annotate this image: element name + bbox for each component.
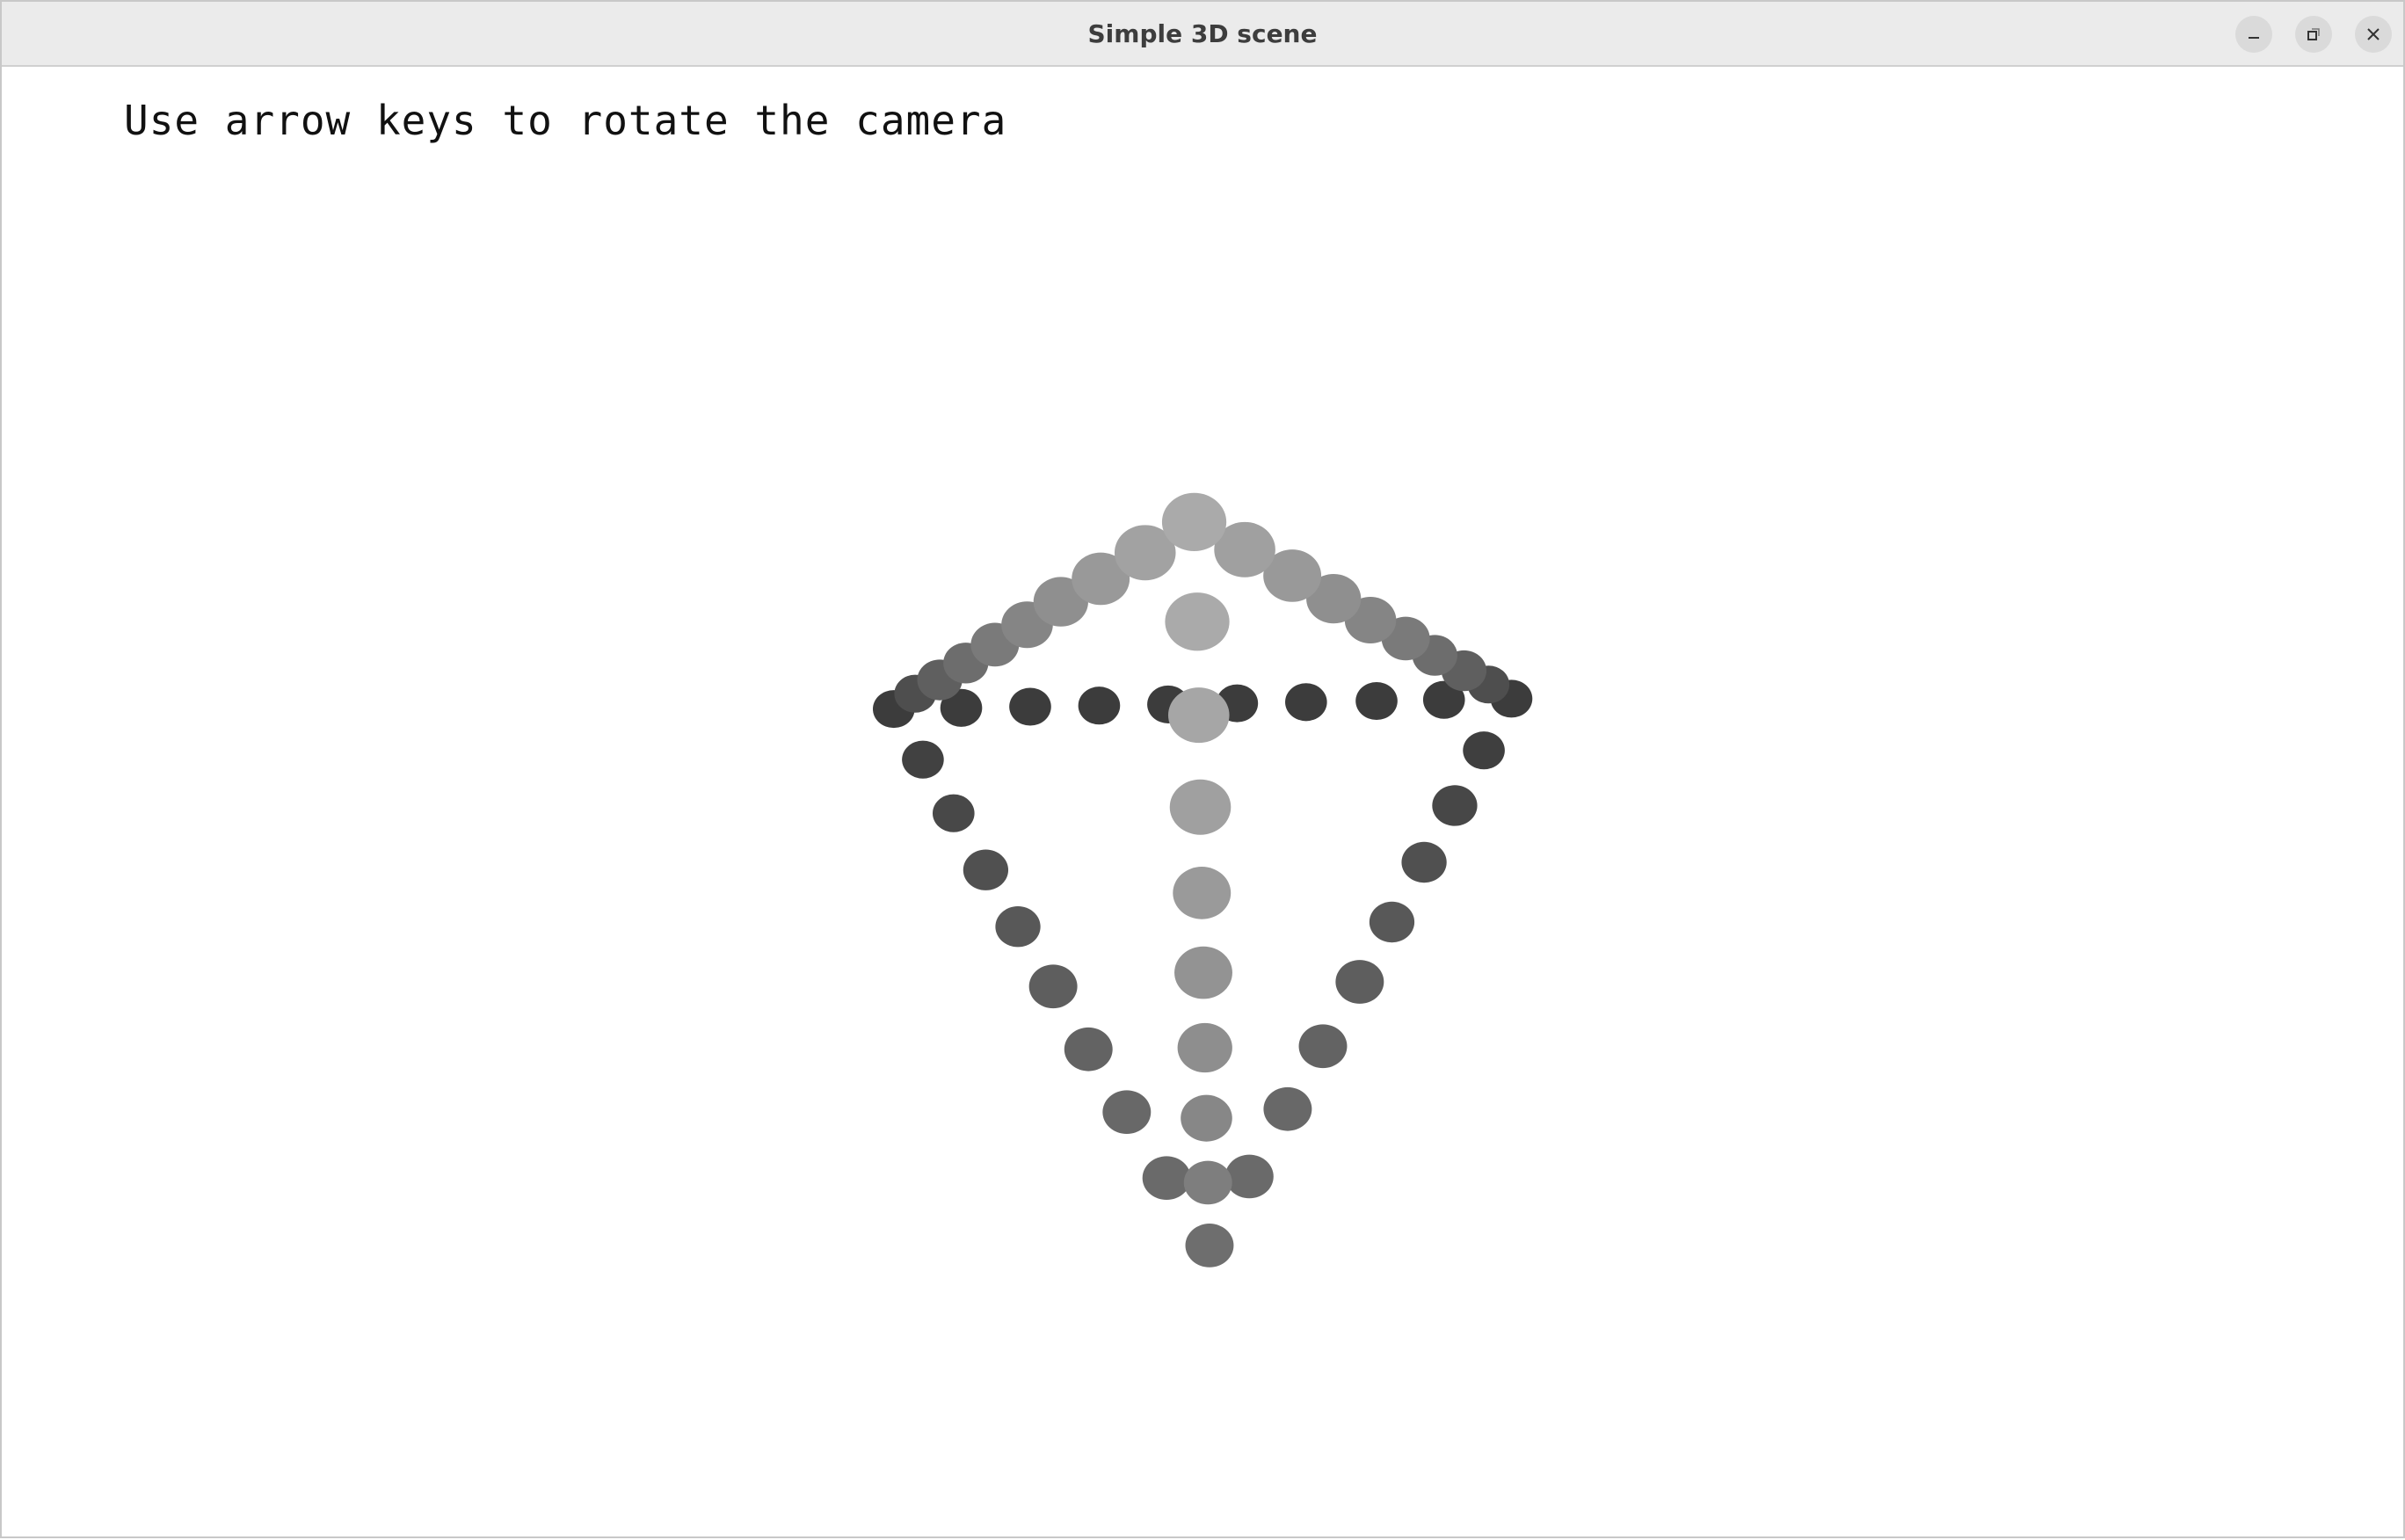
sphere-point bbox=[1432, 785, 1478, 826]
scene-canvas[interactable]: Use arrow keys to rotate the camera bbox=[2, 67, 2403, 1540]
sphere-point bbox=[1165, 592, 1230, 651]
sphere-point bbox=[1263, 1086, 1312, 1131]
sphere-point bbox=[1401, 841, 1447, 883]
title-bar[interactable]: Simple 3D scene bbox=[2, 2, 2403, 67]
minimize-icon bbox=[2249, 37, 2259, 39]
sphere-point bbox=[1142, 1156, 1191, 1201]
sphere-point bbox=[1181, 1094, 1232, 1142]
sphere-point bbox=[1102, 1090, 1152, 1135]
sphere-point bbox=[1173, 867, 1232, 919]
sphere-point bbox=[1335, 960, 1384, 1004]
sphere-point bbox=[1028, 964, 1078, 1009]
close-button[interactable] bbox=[2355, 16, 2392, 53]
sphere-point bbox=[1161, 492, 1227, 552]
sphere-point bbox=[1355, 681, 1398, 721]
sphere-point bbox=[1224, 1154, 1274, 1199]
restore-button[interactable] bbox=[2295, 16, 2332, 53]
sphere-point bbox=[1169, 779, 1232, 835]
window-title: Simple 3D scene bbox=[1087, 19, 1318, 48]
sphere-point bbox=[1298, 1024, 1348, 1069]
3d-point-scene bbox=[872, 492, 1533, 1268]
app-window: Simple 3D scene Use arrow keys to rotate… bbox=[0, 0, 2405, 1538]
sphere-point bbox=[1183, 1160, 1232, 1205]
sphere-point bbox=[1064, 1027, 1113, 1071]
restore-icon bbox=[2307, 28, 2320, 40]
close-icon bbox=[2367, 28, 2380, 40]
sphere-point bbox=[1463, 731, 1505, 770]
sphere-point bbox=[1009, 687, 1051, 726]
sphere-point bbox=[1174, 946, 1232, 999]
sphere-point bbox=[1185, 1224, 1234, 1268]
minimize-button[interactable] bbox=[2235, 16, 2272, 53]
sphere-point bbox=[902, 740, 944, 779]
sphere-point bbox=[1167, 687, 1230, 744]
instruction-text: Use arrow keys to rotate the camera bbox=[124, 97, 1007, 144]
sphere-point bbox=[932, 794, 975, 832]
sphere-point bbox=[1369, 901, 1415, 943]
sphere-point bbox=[963, 849, 1009, 890]
sphere-point bbox=[995, 906, 1041, 948]
sphere-point bbox=[1285, 683, 1327, 722]
sphere-point bbox=[1177, 1022, 1232, 1073]
sphere-point bbox=[1078, 686, 1121, 725]
